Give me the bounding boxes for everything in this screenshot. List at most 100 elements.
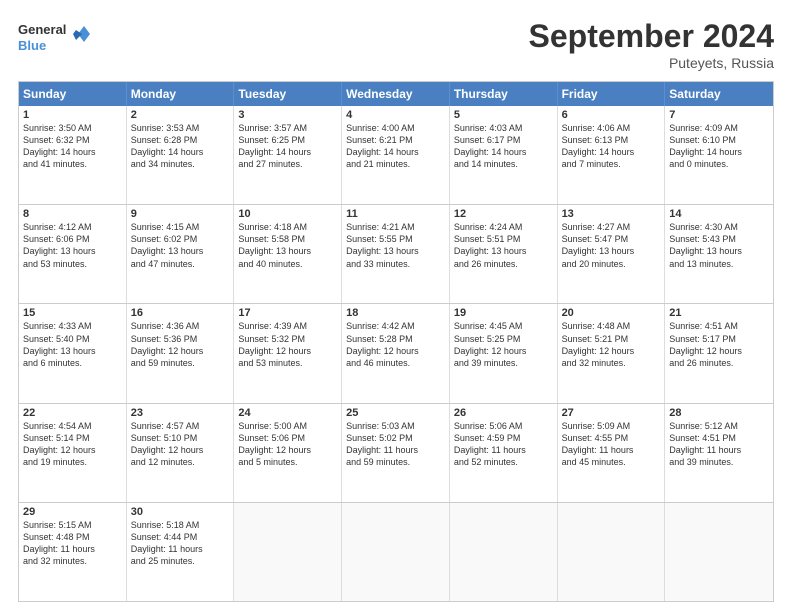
- header-tuesday: Tuesday: [234, 82, 342, 106]
- calendar-cell-2-0: 15Sunrise: 4:33 AM Sunset: 5:40 PM Dayli…: [19, 304, 127, 402]
- day-info: Sunrise: 4:24 AM Sunset: 5:51 PM Dayligh…: [454, 221, 553, 270]
- calendar-cell-4-4: [450, 503, 558, 601]
- calendar-cell-0-3: 4Sunrise: 4:00 AM Sunset: 6:21 PM Daylig…: [342, 106, 450, 204]
- logo-svg: General Blue: [18, 18, 90, 58]
- header-monday: Monday: [127, 82, 235, 106]
- calendar-cell-0-4: 5Sunrise: 4:03 AM Sunset: 6:17 PM Daylig…: [450, 106, 558, 204]
- day-info: Sunrise: 4:39 AM Sunset: 5:32 PM Dayligh…: [238, 320, 337, 369]
- day-number: 8: [23, 208, 122, 220]
- calendar-cell-3-6: 28Sunrise: 5:12 AM Sunset: 4:51 PM Dayli…: [665, 404, 773, 502]
- calendar-cell-0-0: 1Sunrise: 3:50 AM Sunset: 6:32 PM Daylig…: [19, 106, 127, 204]
- day-info: Sunrise: 4:18 AM Sunset: 5:58 PM Dayligh…: [238, 221, 337, 270]
- month-title: September 2024: [529, 18, 774, 55]
- day-info: Sunrise: 4:51 AM Sunset: 5:17 PM Dayligh…: [669, 320, 769, 369]
- day-info: Sunrise: 4:06 AM Sunset: 6:13 PM Dayligh…: [562, 122, 661, 171]
- day-number: 10: [238, 208, 337, 220]
- day-number: 1: [23, 109, 122, 121]
- day-number: 9: [131, 208, 230, 220]
- day-number: 19: [454, 307, 553, 319]
- day-number: 6: [562, 109, 661, 121]
- day-number: 3: [238, 109, 337, 121]
- calendar-cell-2-4: 19Sunrise: 4:45 AM Sunset: 5:25 PM Dayli…: [450, 304, 558, 402]
- day-number: 26: [454, 407, 553, 419]
- calendar-cell-1-0: 8Sunrise: 4:12 AM Sunset: 6:06 PM Daylig…: [19, 205, 127, 303]
- calendar-cell-1-3: 11Sunrise: 4:21 AM Sunset: 5:55 PM Dayli…: [342, 205, 450, 303]
- page: General Blue September 2024 Puteyets, Ru…: [0, 0, 792, 612]
- day-number: 21: [669, 307, 769, 319]
- header-friday: Friday: [558, 82, 666, 106]
- day-number: 24: [238, 407, 337, 419]
- day-info: Sunrise: 5:06 AM Sunset: 4:59 PM Dayligh…: [454, 420, 553, 469]
- day-number: 13: [562, 208, 661, 220]
- day-info: Sunrise: 3:53 AM Sunset: 6:28 PM Dayligh…: [131, 122, 230, 171]
- day-number: 30: [131, 506, 230, 518]
- header-saturday: Saturday: [665, 82, 773, 106]
- svg-text:General: General: [18, 22, 66, 37]
- location: Puteyets, Russia: [529, 55, 774, 71]
- calendar-header: Sunday Monday Tuesday Wednesday Thursday…: [19, 82, 773, 106]
- week-row-3: 15Sunrise: 4:33 AM Sunset: 5:40 PM Dayli…: [19, 303, 773, 402]
- calendar-cell-3-5: 27Sunrise: 5:09 AM Sunset: 4:55 PM Dayli…: [558, 404, 666, 502]
- calendar-cell-1-2: 10Sunrise: 4:18 AM Sunset: 5:58 PM Dayli…: [234, 205, 342, 303]
- calendar-cell-0-6: 7Sunrise: 4:09 AM Sunset: 6:10 PM Daylig…: [665, 106, 773, 204]
- title-block: September 2024 Puteyets, Russia: [529, 18, 774, 71]
- day-number: 22: [23, 407, 122, 419]
- logo: General Blue: [18, 18, 90, 58]
- calendar-cell-2-2: 17Sunrise: 4:39 AM Sunset: 5:32 PM Dayli…: [234, 304, 342, 402]
- day-info: Sunrise: 4:33 AM Sunset: 5:40 PM Dayligh…: [23, 320, 122, 369]
- day-info: Sunrise: 4:21 AM Sunset: 5:55 PM Dayligh…: [346, 221, 445, 270]
- day-info: Sunrise: 4:15 AM Sunset: 6:02 PM Dayligh…: [131, 221, 230, 270]
- day-info: Sunrise: 4:30 AM Sunset: 5:43 PM Dayligh…: [669, 221, 769, 270]
- day-info: Sunrise: 3:50 AM Sunset: 6:32 PM Dayligh…: [23, 122, 122, 171]
- calendar-body: 1Sunrise: 3:50 AM Sunset: 6:32 PM Daylig…: [19, 106, 773, 601]
- day-info: Sunrise: 5:12 AM Sunset: 4:51 PM Dayligh…: [669, 420, 769, 469]
- calendar: Sunday Monday Tuesday Wednesday Thursday…: [18, 81, 774, 602]
- day-info: Sunrise: 4:12 AM Sunset: 6:06 PM Dayligh…: [23, 221, 122, 270]
- header-sunday: Sunday: [19, 82, 127, 106]
- week-row-4: 22Sunrise: 4:54 AM Sunset: 5:14 PM Dayli…: [19, 403, 773, 502]
- week-row-1: 1Sunrise: 3:50 AM Sunset: 6:32 PM Daylig…: [19, 106, 773, 204]
- svg-text:Blue: Blue: [18, 38, 46, 53]
- day-number: 28: [669, 407, 769, 419]
- day-number: 2: [131, 109, 230, 121]
- day-number: 16: [131, 307, 230, 319]
- calendar-cell-3-0: 22Sunrise: 4:54 AM Sunset: 5:14 PM Dayli…: [19, 404, 127, 502]
- day-info: Sunrise: 4:09 AM Sunset: 6:10 PM Dayligh…: [669, 122, 769, 171]
- calendar-cell-1-4: 12Sunrise: 4:24 AM Sunset: 5:51 PM Dayli…: [450, 205, 558, 303]
- calendar-cell-2-3: 18Sunrise: 4:42 AM Sunset: 5:28 PM Dayli…: [342, 304, 450, 402]
- header: General Blue September 2024 Puteyets, Ru…: [18, 18, 774, 71]
- day-number: 7: [669, 109, 769, 121]
- day-info: Sunrise: 5:09 AM Sunset: 4:55 PM Dayligh…: [562, 420, 661, 469]
- header-wednesday: Wednesday: [342, 82, 450, 106]
- day-info: Sunrise: 4:27 AM Sunset: 5:47 PM Dayligh…: [562, 221, 661, 270]
- calendar-cell-4-2: [234, 503, 342, 601]
- day-number: 27: [562, 407, 661, 419]
- calendar-cell-4-5: [558, 503, 666, 601]
- day-info: Sunrise: 4:42 AM Sunset: 5:28 PM Dayligh…: [346, 320, 445, 369]
- day-number: 29: [23, 506, 122, 518]
- day-number: 18: [346, 307, 445, 319]
- day-info: Sunrise: 4:48 AM Sunset: 5:21 PM Dayligh…: [562, 320, 661, 369]
- calendar-cell-4-0: 29Sunrise: 5:15 AM Sunset: 4:48 PM Dayli…: [19, 503, 127, 601]
- calendar-cell-1-1: 9Sunrise: 4:15 AM Sunset: 6:02 PM Daylig…: [127, 205, 235, 303]
- calendar-cell-3-3: 25Sunrise: 5:03 AM Sunset: 5:02 PM Dayli…: [342, 404, 450, 502]
- day-info: Sunrise: 5:00 AM Sunset: 5:06 PM Dayligh…: [238, 420, 337, 469]
- day-number: 12: [454, 208, 553, 220]
- calendar-cell-1-6: 14Sunrise: 4:30 AM Sunset: 5:43 PM Dayli…: [665, 205, 773, 303]
- day-number: 11: [346, 208, 445, 220]
- calendar-cell-3-2: 24Sunrise: 5:00 AM Sunset: 5:06 PM Dayli…: [234, 404, 342, 502]
- calendar-cell-4-3: [342, 503, 450, 601]
- calendar-cell-1-5: 13Sunrise: 4:27 AM Sunset: 5:47 PM Dayli…: [558, 205, 666, 303]
- day-info: Sunrise: 4:57 AM Sunset: 5:10 PM Dayligh…: [131, 420, 230, 469]
- day-info: Sunrise: 4:03 AM Sunset: 6:17 PM Dayligh…: [454, 122, 553, 171]
- week-row-2: 8Sunrise: 4:12 AM Sunset: 6:06 PM Daylig…: [19, 204, 773, 303]
- day-number: 25: [346, 407, 445, 419]
- calendar-cell-2-5: 20Sunrise: 4:48 AM Sunset: 5:21 PM Dayli…: [558, 304, 666, 402]
- header-thursday: Thursday: [450, 82, 558, 106]
- day-number: 14: [669, 208, 769, 220]
- day-number: 5: [454, 109, 553, 121]
- day-info: Sunrise: 5:15 AM Sunset: 4:48 PM Dayligh…: [23, 519, 122, 568]
- calendar-cell-4-6: [665, 503, 773, 601]
- day-number: 23: [131, 407, 230, 419]
- calendar-cell-0-1: 2Sunrise: 3:53 AM Sunset: 6:28 PM Daylig…: [127, 106, 235, 204]
